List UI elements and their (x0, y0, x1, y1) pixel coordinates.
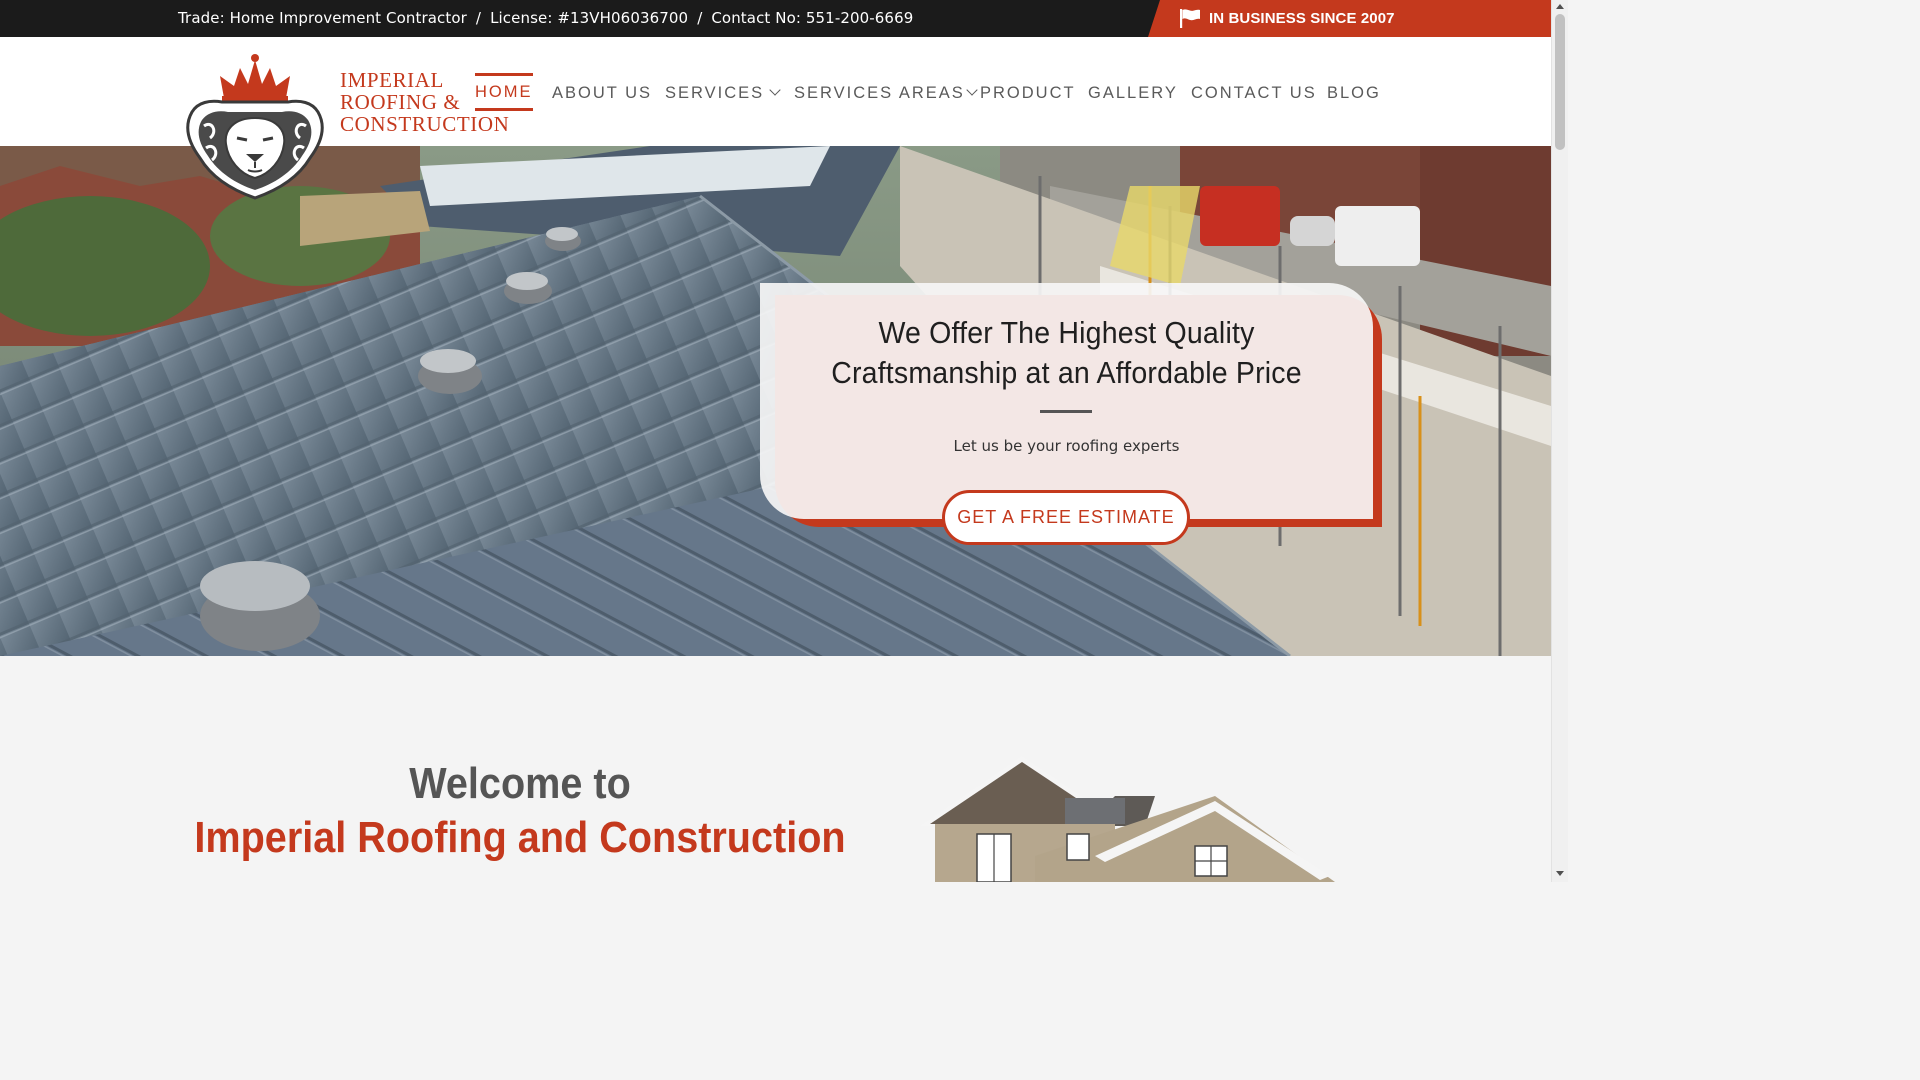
nav-product[interactable]: PRODUCT (980, 73, 1076, 111)
hero-banner: We Offer The Highest Quality Craftsmansh… (0, 146, 1551, 656)
welcome-section: Welcome to Imperial Roofing and Construc… (0, 656, 1551, 882)
top-info-bar: Trade: Home Improvement Contractor / Licen… (0, 0, 1551, 37)
scroll-down-arrow-icon[interactable] (1556, 871, 1564, 876)
page-scrollbar[interactable] (1551, 0, 1568, 882)
chevron-down-icon (769, 84, 781, 96)
topbar-info: Trade: Home Improvement Contractor / Licen… (178, 0, 913, 37)
nav-contact-us[interactable]: CONTACT US (1191, 73, 1317, 111)
nav-services[interactable]: SERVICES (665, 73, 781, 111)
nav-services-areas-label: SERVICES AREAS (794, 84, 965, 102)
logo-line-3: CONSTRUCTION (340, 112, 510, 136)
nav-gallery[interactable]: GALLERY (1088, 73, 1178, 111)
hero-title-line-1: We Offer The Highest Quality (878, 315, 1255, 350)
contact-number[interactable]: Contact No: 551-200-6669 (711, 9, 913, 27)
hero-title: We Offer The Highest Quality Craftsmansh… (785, 313, 1349, 393)
trade-text: Trade: Home Improvement Contractor (178, 9, 467, 27)
since-badge: IN BUSINESS SINCE 2007 (1148, 0, 1551, 37)
separator: / (697, 9, 703, 27)
flag-icon (1180, 9, 1200, 28)
house-image (920, 756, 1335, 882)
chevron-down-icon (966, 84, 978, 96)
company-name-heading: Imperial Roofing and Construction (194, 813, 846, 862)
hero-title-line-2: Craftsmanship at an Affordable Price (831, 355, 1302, 390)
nav-about-us[interactable]: ABOUT US (552, 73, 652, 111)
nav-services-label: SERVICES (665, 84, 765, 102)
license-text: License: #13VH06036700 (490, 9, 689, 27)
scroll-up-arrow-icon[interactable] (1556, 4, 1564, 9)
since-text: IN BUSINESS SINCE 2007 (1209, 10, 1395, 27)
nav-services-areas[interactable]: SERVICES AREAS (794, 73, 978, 111)
scrollbar-thumb[interactable] (1555, 14, 1565, 150)
nav-home[interactable]: HOME (475, 73, 533, 111)
hero-subtitle: Let us be your roofing experts (953, 437, 1180, 455)
welcome-heading: Welcome to (409, 759, 631, 808)
main-nav: HOME ABOUT US SERVICES SERVICES AREAS PR… (0, 73, 1551, 113)
nav-blog[interactable]: BLOG (1327, 73, 1381, 111)
hero-divider (1040, 410, 1092, 413)
hero-card: We Offer The Highest Quality Craftsmansh… (760, 283, 1373, 519)
free-estimate-button[interactable]: GET A FREE ESTIMATE (942, 490, 1190, 545)
separator: / (475, 9, 482, 27)
